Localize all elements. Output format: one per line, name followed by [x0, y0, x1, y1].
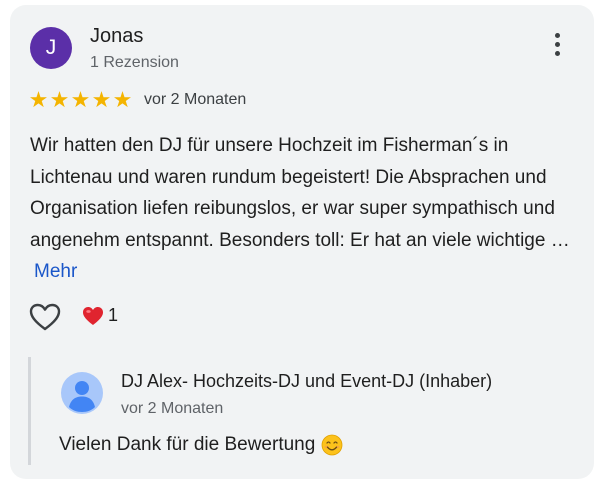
star-rating: ★ ★ ★ ★ ★	[28, 89, 133, 111]
more-link[interactable]: Mehr	[34, 261, 77, 282]
author-avatar-initial: J	[45, 36, 57, 59]
owner-avatar-icon[interactable]	[61, 372, 103, 414]
smiling-face-emoji-icon	[321, 434, 343, 456]
author-name[interactable]: Jonas	[90, 25, 143, 48]
star-icon: ★	[28, 87, 49, 112]
review-time: vor 2 Monaten	[144, 91, 247, 108]
owner-reply-body: Vielen Dank für die Bewertung	[59, 434, 316, 455]
reaction-summary[interactable]: 1	[82, 305, 118, 326]
reaction-count: 1	[108, 305, 119, 325]
rating-row: ★ ★ ★ ★ ★ vor 2 Monaten	[28, 89, 247, 111]
red-heart-emoji-icon	[83, 306, 103, 325]
review-card: J Jonas 1 Rezension ★ ★ ★ ★ ★ vor 2 Mona…	[10, 5, 594, 479]
star-icon: ★	[112, 87, 133, 112]
author-review-count: 1 Rezension	[90, 54, 179, 71]
owner-reply: DJ Alex- Hochzeits-DJ und Event-DJ (Inha…	[28, 357, 581, 465]
star-icon: ★	[49, 87, 70, 112]
more-options-button[interactable]	[546, 33, 568, 63]
like-button[interactable]	[28, 302, 62, 332]
owner-name: DJ Alex- Hochzeits-DJ und Event-DJ (Inha…	[121, 371, 493, 391]
review-text-body: Wir hatten den DJ für unsere Hochzeit im…	[30, 135, 570, 251]
owner-reply-text: Vielen Dank für die Bewertung	[59, 434, 343, 456]
star-icon: ★	[70, 87, 91, 112]
author-avatar[interactable]: J	[30, 27, 72, 69]
owner-reply-time: vor 2 Monaten	[121, 400, 224, 417]
heart-outline-icon	[29, 303, 61, 331]
star-icon: ★	[91, 87, 112, 112]
review-text: Wir hatten den DJ für unsere Hochzeit im…	[30, 130, 582, 288]
more-vertical-icon	[546, 33, 568, 56]
